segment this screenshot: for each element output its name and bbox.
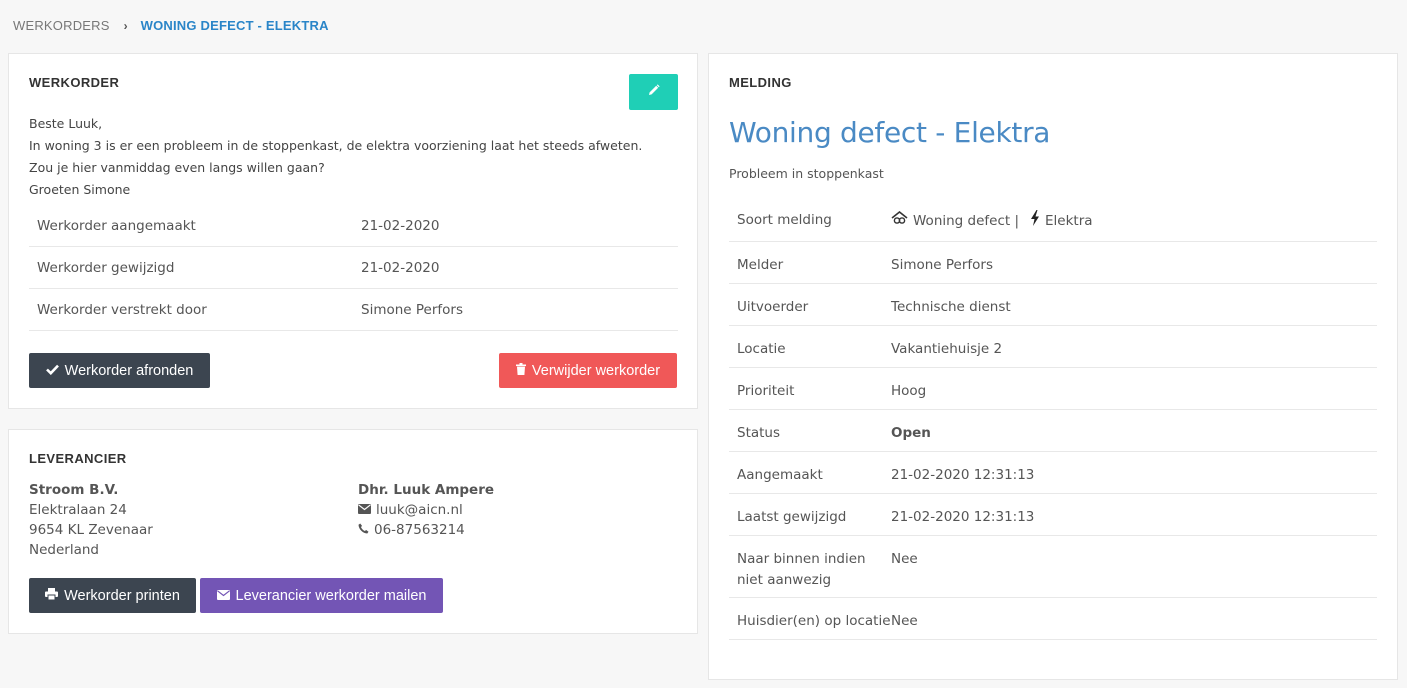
verwijder-werkorder-button[interactable]: Verwijder werkorder — [499, 353, 677, 388]
table-row: Melder Simone Perfors — [729, 242, 1377, 284]
row-label: Aangemaakt — [737, 467, 823, 483]
breadcrumb-current: WONING DEFECT - ELEKTRA — [140, 18, 329, 33]
phone-icon — [358, 520, 369, 540]
werkorder-afronden-button[interactable]: Werkorder afronden — [29, 353, 210, 388]
supplier-company: Stroom B.V. — [29, 482, 119, 498]
contact-email[interactable]: luuk@aicn.nl — [376, 500, 463, 520]
supplier-address: Stroom B.V. Elektralaan 24 9654 KL Zeven… — [29, 480, 153, 560]
row-value: Nee — [891, 551, 918, 567]
status-value: Open — [891, 425, 931, 441]
row-value: Nee — [891, 613, 918, 629]
contact-name: Dhr. Luuk Ampere — [358, 482, 495, 498]
leverancier-mailen-button[interactable]: Leverancier werkorder mailen — [200, 578, 443, 613]
melding-heading: Woning defect - Elektra — [729, 116, 1051, 149]
row-value: 21-02-2020 — [361, 259, 440, 276]
row-value: 21-02-2020 12:31:13 — [891, 467, 1035, 483]
row-value: Simone Perfors — [361, 301, 463, 318]
table-row: Huisdier(en) op locatie Nee — [729, 598, 1377, 640]
werkorder-printen-button[interactable]: Werkorder printen — [29, 578, 196, 613]
trash-icon — [515, 362, 526, 379]
locatie-link[interactable]: Vakantiehuisje 2 — [891, 326, 1002, 360]
envelope-icon — [216, 588, 230, 604]
row-label: Huisdier(en) op locatie — [737, 613, 891, 629]
supplier-contact: Dhr. Luuk Ampere luuk@aicn.nl 06-8756321… — [358, 480, 494, 540]
row-label: Werkorder verstrekt door — [37, 301, 207, 318]
bolt-icon — [1030, 210, 1040, 233]
row-value: Hoog — [891, 383, 927, 399]
row-label: Werkorder gewijzigd — [37, 259, 175, 276]
house-icon — [891, 210, 908, 232]
breadcrumb: WERKORDERS › WONING DEFECT - ELEKTRA — [13, 18, 329, 33]
row-value: 21-02-2020 12:31:13 — [891, 509, 1035, 525]
contact-email-line: luuk@aicn.nl — [358, 500, 494, 520]
supplier-street: Elektralaan 24 — [29, 502, 127, 518]
print-icon — [45, 587, 59, 604]
table-row: Prioriteit Hoog — [729, 368, 1377, 410]
melder-link[interactable]: Simone Perfors — [891, 242, 993, 276]
row-label: Soort melding — [737, 212, 832, 228]
row-value: Woning defect | Elektra — [891, 197, 1093, 233]
soort-category: Elektra — [1045, 213, 1093, 229]
melding-subtitle: Probleem in stoppenkast — [729, 166, 884, 181]
row-label: Werkorder aangemaakt — [37, 217, 196, 234]
table-row: Soort melding Woning defect | Elektra — [729, 197, 1377, 242]
leverancier-card: LEVERANCIER Stroom B.V. Elektralaan 24 9… — [8, 429, 698, 634]
table-row: Naar binnen indien niet aanwezig Nee — [729, 536, 1377, 598]
row-label: Melder — [737, 257, 784, 273]
leverancier-title: LEVERANCIER — [29, 451, 127, 466]
row-label: Naar binnen indien niet aanwezig — [737, 551, 866, 588]
melding-details-table: Soort melding Woning defect | Elektra Me… — [729, 197, 1377, 640]
supplier-country: Nederland — [29, 542, 99, 558]
werkorder-details-table: Werkorder aangemaakt 21-02-2020 Werkorde… — [29, 205, 678, 331]
table-row: Aangemaakt 21-02-2020 12:31:13 — [729, 452, 1377, 494]
chevron-right-icon: › — [123, 18, 128, 33]
table-row: Werkorder gewijzigd 21-02-2020 — [29, 247, 678, 289]
pencil-icon — [648, 84, 660, 100]
message-line: Groeten Simone — [29, 182, 131, 197]
soort-type: Woning defect | — [913, 213, 1020, 229]
werkorder-message: Beste Luuk, In woning 3 is er een proble… — [29, 113, 642, 201]
row-label: Uitvoerder — [737, 299, 809, 315]
envelope-icon — [358, 500, 371, 520]
verwijder-werkorder-label: Verwijder werkorder — [531, 362, 661, 379]
message-line: Zou je hier vanmiddag even langs willen … — [29, 160, 325, 175]
contact-phone[interactable]: 06-87563214 — [374, 520, 465, 540]
row-value: Technische dienst — [891, 299, 1011, 315]
leverancier-mailen-label: Leverancier werkorder mailen — [235, 587, 427, 604]
row-label: Prioriteit — [737, 383, 795, 399]
werkorder-title: WERKORDER — [29, 75, 120, 90]
werkorder-card: WERKORDER Beste Luuk, In woning 3 is er … — [8, 53, 698, 409]
table-row: Locatie Vakantiehuisje 2 — [729, 326, 1377, 368]
message-line: Beste Luuk, — [29, 116, 103, 131]
table-row: Werkorder verstrekt door Simone Perfors — [29, 289, 678, 331]
breadcrumb-werkorders-link[interactable]: WERKORDERS — [13, 18, 110, 33]
row-value: 21-02-2020 — [361, 217, 440, 234]
row-label: Laatst gewijzigd — [737, 509, 847, 525]
row-label: Locatie — [737, 341, 786, 357]
table-row: Status Open — [729, 410, 1377, 452]
contact-phone-line: 06-87563214 — [358, 520, 494, 540]
edit-button[interactable] — [629, 74, 678, 110]
supplier-city: 9654 KL Zevenaar — [29, 522, 153, 538]
melding-title: MELDING — [729, 75, 792, 90]
row-label: Status — [737, 425, 781, 441]
table-row: Uitvoerder Technische dienst — [729, 284, 1377, 326]
melding-card: MELDING Woning defect - Elektra Probleem… — [708, 53, 1398, 680]
table-row: Werkorder aangemaakt 21-02-2020 — [29, 205, 678, 247]
message-line: In woning 3 is er een probleem in de sto… — [29, 138, 643, 153]
table-row: Laatst gewijzigd 21-02-2020 12:31:13 — [729, 494, 1377, 536]
werkorder-afronden-label: Werkorder afronden — [64, 362, 194, 379]
check-icon — [45, 363, 59, 379]
werkorder-printen-label: Werkorder printen — [64, 587, 180, 604]
